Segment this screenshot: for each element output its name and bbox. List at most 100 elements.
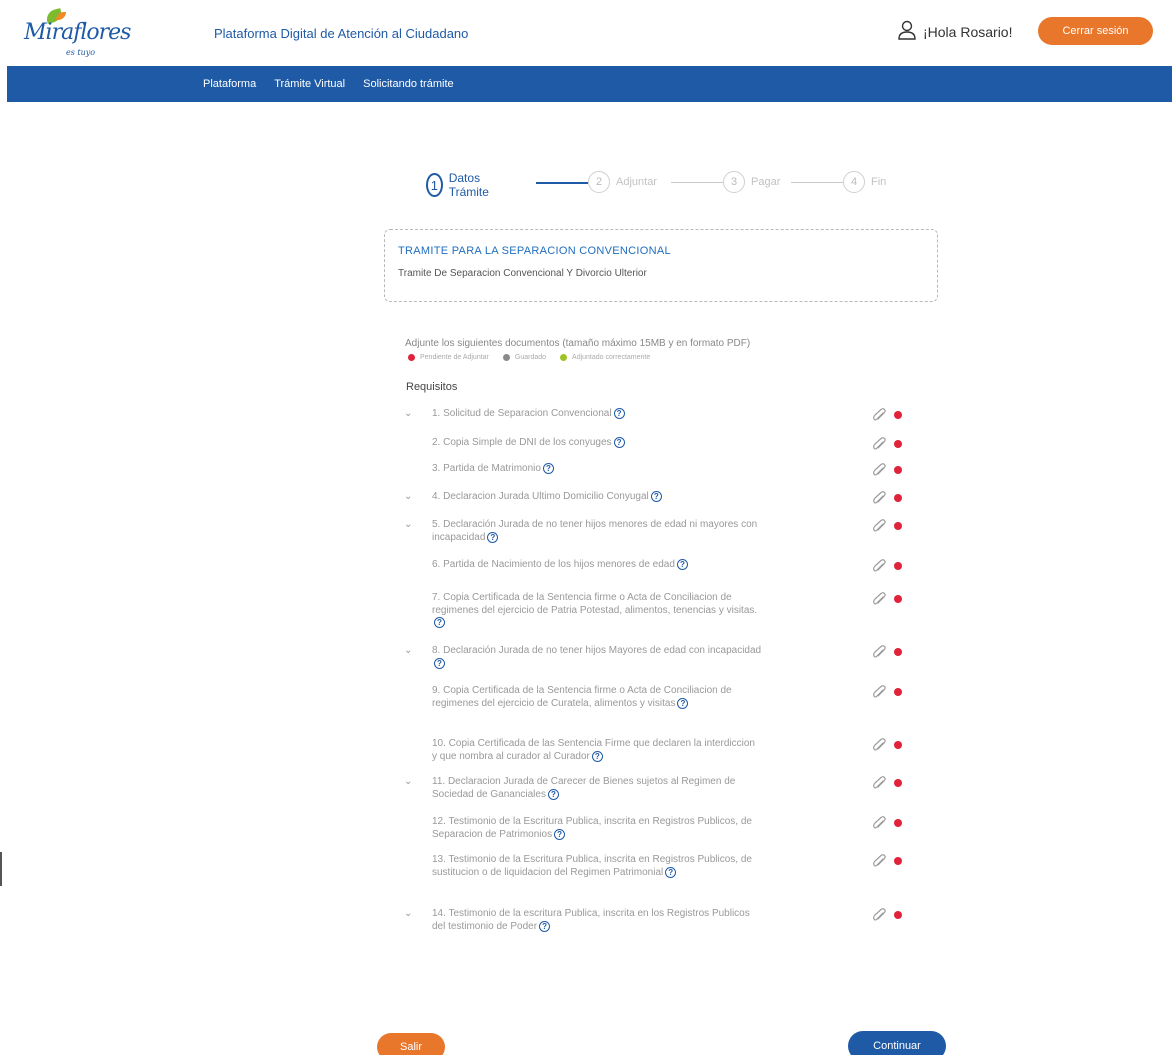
help-icon[interactable]: ? [613, 437, 625, 448]
requirement-text: 4. Declaracion Jurada Ultimo Domicilio C… [432, 491, 649, 503]
chevron-down-icon[interactable]: ⌄ [404, 408, 412, 419]
help-icon[interactable]: ? [650, 491, 662, 502]
nav-item-plataforma[interactable]: Plataforma [203, 78, 256, 90]
pending-status-icon [894, 466, 902, 474]
tramite-info-box: TRAMITE PARA LA SEPARACION CONVENCIONAL … [384, 229, 938, 302]
step-pagar: 3 Pagar [723, 171, 780, 193]
chevron-down-icon[interactable]: ⌄ [404, 645, 412, 656]
requisitos-heading: Requisitos [406, 381, 458, 393]
logo-subtext: es tuyo [66, 48, 96, 57]
help-icon[interactable]: ? [677, 697, 689, 709]
step-number: 3 [723, 171, 745, 193]
step-fin: 4 Fin [843, 171, 886, 193]
paperclip-icon[interactable] [872, 408, 886, 424]
legend-attached: Adjuntado correctamente [560, 354, 650, 361]
pending-status-icon [894, 779, 902, 787]
paperclip-icon[interactable] [872, 908, 886, 924]
pending-status-icon [894, 911, 902, 919]
help-icon[interactable]: ? [542, 463, 554, 474]
step-connector [536, 182, 588, 184]
tramite-subtitle: Tramite De Separacion Convencional Y Div… [398, 268, 647, 279]
pending-status-icon [894, 440, 902, 448]
nav-item-tramite-virtual[interactable]: Trámite Virtual [274, 78, 345, 90]
help-icon[interactable]: ? [434, 657, 445, 669]
requirement-label: 6. Partida de Nacimiento de los hijos me… [432, 559, 762, 572]
chevron-down-icon[interactable]: ⌄ [404, 491, 412, 502]
step-connector [791, 182, 843, 183]
scroll-edge-mark [0, 852, 2, 886]
requirement-label: 2. Copia Simple de DNI de los conyuges? [432, 437, 762, 450]
help-icon[interactable]: ? [591, 750, 603, 762]
paperclip-icon[interactable] [872, 491, 886, 507]
paperclip-icon[interactable] [872, 776, 886, 792]
paperclip-icon[interactable] [872, 437, 886, 453]
paperclip-icon[interactable] [872, 685, 886, 701]
step-label: Fin [871, 176, 887, 188]
pending-status-icon [894, 819, 902, 827]
requirement-label: 1. Solicitud de Separacion Convencional? [432, 408, 762, 421]
help-icon[interactable]: ? [554, 828, 566, 840]
help-icon[interactable]: ? [613, 408, 625, 419]
user-icon [898, 20, 916, 40]
logout-button[interactable]: Cerrar sesión [1038, 17, 1153, 45]
continue-button[interactable]: Continuar [848, 1031, 946, 1055]
requirement-text: 8. Declaración Jurada de no tener hijos … [432, 645, 762, 656]
pending-status-icon [894, 857, 902, 865]
requirement-label: 9. Copia Certificada de la Sentencia fir… [432, 685, 762, 710]
tramite-title: TRAMITE PARA LA SEPARACION CONVENCIONAL [398, 245, 671, 257]
miraflores-logo[interactable]: Miraflores es tuyo [22, 8, 131, 60]
requirement-label: 4. Declaracion Jurada Ultimo Domicilio C… [432, 491, 762, 504]
pending-status-icon [894, 741, 902, 749]
paperclip-icon[interactable] [872, 816, 886, 832]
requirement-label: 3. Partida de Matrimonio? [432, 463, 762, 476]
legend-label: Adjuntado correctamente [572, 354, 651, 361]
exit-button[interactable]: Salir [377, 1033, 445, 1055]
pending-status-icon [894, 595, 902, 603]
help-icon[interactable]: ? [547, 788, 559, 800]
help-icon[interactable]: ? [487, 531, 499, 543]
paperclip-icon[interactable] [872, 854, 886, 870]
paperclip-icon[interactable] [872, 559, 886, 575]
pending-status-icon [894, 648, 902, 656]
requirement-text: 6. Partida de Nacimiento de los hijos me… [432, 559, 675, 571]
pending-status-icon [894, 411, 902, 419]
requirement-text: 14. Testimonio de la escritura Publica, … [432, 908, 750, 932]
paperclip-icon[interactable] [872, 738, 886, 754]
chevron-down-icon[interactable]: ⌄ [404, 519, 412, 530]
step-number: 1 [426, 173, 443, 197]
requirement-label: 11. Declaracion Jurada de Carecer de Bie… [432, 776, 762, 801]
app-title: Plataforma Digital de Atención al Ciudad… [214, 26, 469, 41]
saved-dot-icon [502, 354, 510, 361]
step-label: Pagar [751, 176, 781, 188]
help-icon[interactable]: ? [676, 559, 688, 570]
requirement-text: 1. Solicitud de Separacion Convencional [432, 408, 612, 420]
pending-status-icon [894, 494, 902, 502]
chevron-down-icon[interactable]: ⌄ [404, 776, 412, 787]
requirement-text: 12. Testimonio de la Escritura Publica, … [432, 816, 752, 840]
step-adjuntar: 2 Adjuntar [588, 171, 657, 193]
step-connector [671, 182, 723, 183]
paperclip-icon[interactable] [872, 592, 886, 608]
step-datos-tramite: 1 Datos Trámite [426, 171, 496, 199]
status-legend: Pendiente de Adjuntar Guardado Adjuntado… [408, 354, 650, 361]
legend-label: Guardado [514, 354, 547, 361]
step-number: 4 [843, 171, 865, 193]
help-icon[interactable]: ? [665, 866, 677, 878]
legend-label: Pendiente de Adjuntar [420, 354, 489, 361]
pending-dot-icon [408, 354, 415, 361]
requirement-text: 13. Testimonio de la Escritura Publica, … [432, 854, 752, 878]
requirement-label: 12. Testimonio de la Escritura Publica, … [432, 816, 762, 841]
legend-saved: Guardado [502, 354, 547, 361]
paperclip-icon[interactable] [872, 645, 886, 661]
paperclip-icon[interactable] [872, 463, 886, 479]
help-icon[interactable]: ? [434, 617, 445, 628]
paperclip-icon[interactable] [872, 519, 886, 535]
legend-pending: Pendiente de Adjuntar [408, 354, 489, 361]
requirement-text: 3. Partida de Matrimonio [432, 463, 541, 475]
pending-status-icon [894, 562, 902, 570]
chevron-down-icon[interactable]: ⌄ [404, 908, 412, 919]
help-icon[interactable]: ? [539, 920, 551, 932]
attach-instructions: Adjunte los siguientes documentos (tamañ… [405, 338, 751, 349]
step-label: Adjuntar [616, 176, 657, 188]
nav-item-solicitando-tramite[interactable]: Solicitando trámite [363, 78, 454, 90]
